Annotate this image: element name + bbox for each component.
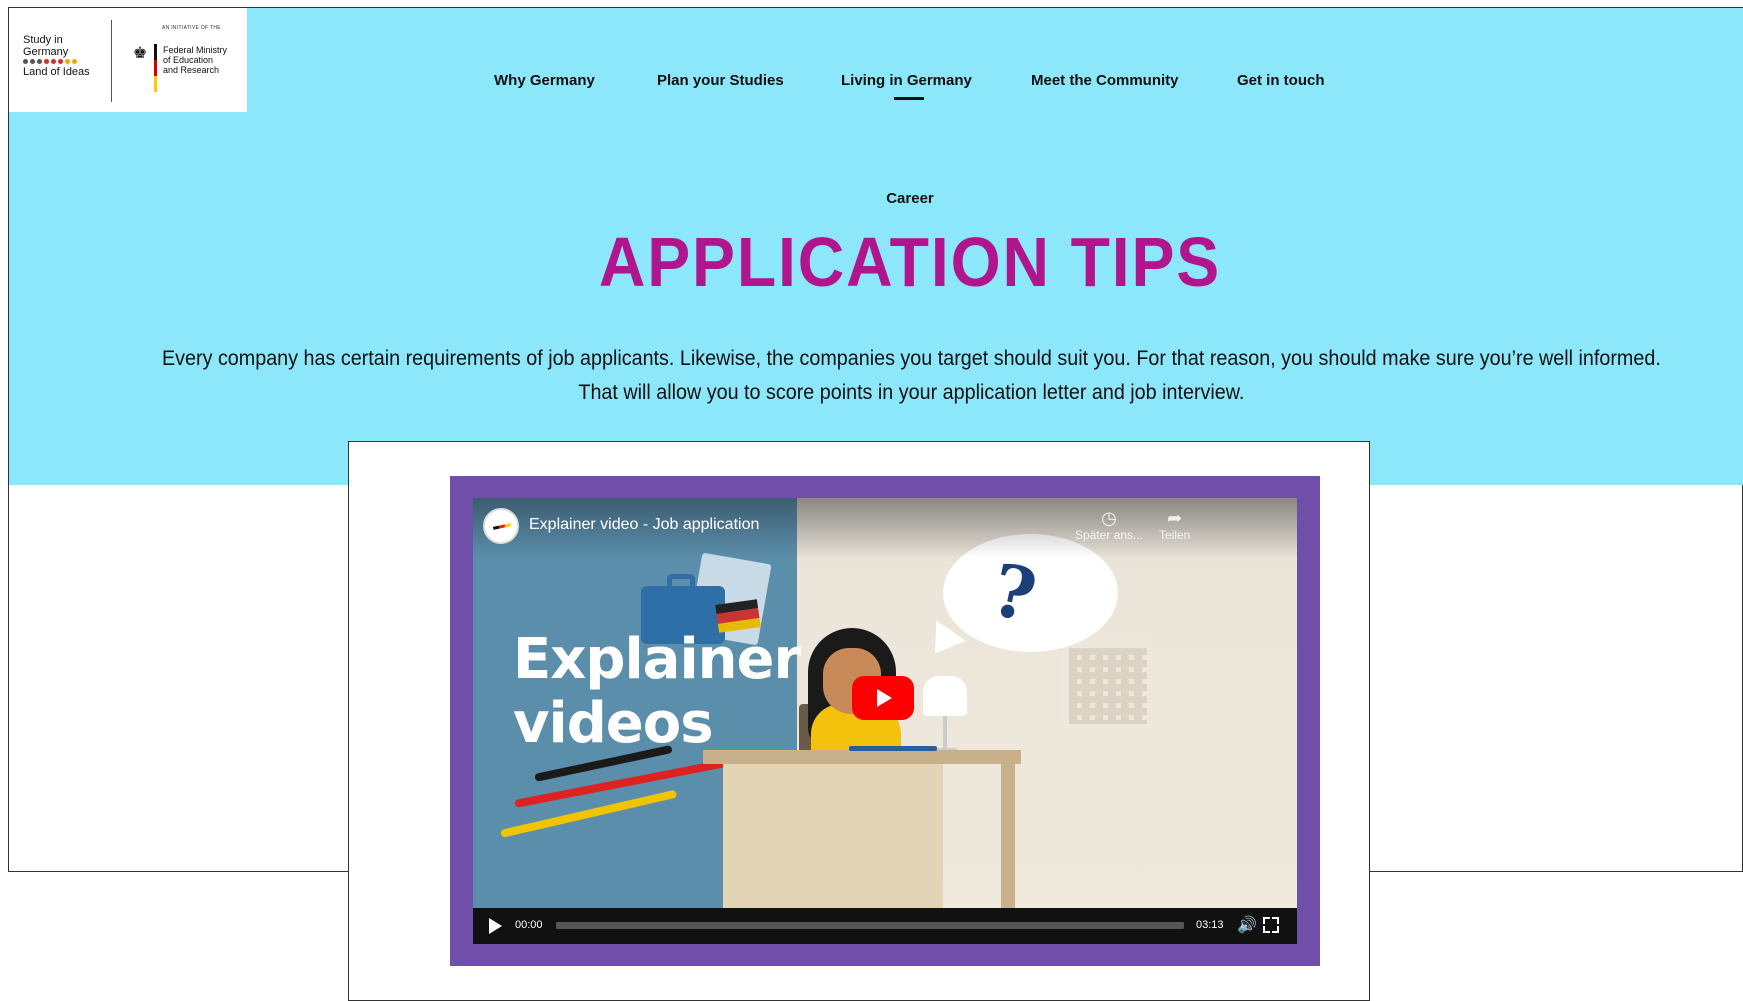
nav-meet-the-community[interactable]: Meet the Community [1031,72,1179,89]
fullscreen-icon[interactable] [1263,917,1279,933]
lamp-icon [923,676,967,716]
nav-plan-your-studies[interactable]: Plan your Studies [657,72,784,89]
logo-dot [44,59,49,64]
clock-icon: ◷ [1101,508,1117,528]
logo-dot [58,59,63,64]
lamp-stand [943,716,947,750]
thumbnail-headline-line-1: Explainer [513,627,801,692]
main-navigation: Why Germany Plan your Studies Living in … [0,72,1743,102]
nav-get-in-touch[interactable]: Get in touch [1237,72,1325,89]
total-duration: 03:13 [1196,919,1224,931]
logo-dots [23,59,113,64]
logo-dot [37,59,42,64]
intro-paragraph: Every company has certain requirements o… [130,342,1693,410]
play-icon[interactable] [489,918,502,934]
youtube-video-player[interactable]: Explainer videos ? Explainer video - Job… [473,498,1297,944]
watch-later-button[interactable]: ◷ Später ans... [1075,508,1143,542]
nav-active-indicator [894,97,924,100]
nav-living-in-germany[interactable]: Living in Germany [841,72,972,89]
channel-avatar[interactable] [483,508,519,544]
progress-bar[interactable] [556,922,1184,929]
ministry-logo-text: Federal Ministry of Education and Resear… [163,45,243,75]
share-arrow-icon: ➦ [1167,508,1183,528]
ministry-line-1: Federal Ministry [163,45,228,55]
intro-line-1: Every company has certain requirements o… [161,347,1661,370]
desk-top [703,750,1021,764]
federal-eagle-icon: ♚ [132,45,148,62]
logo-line-1: Study in [23,34,63,46]
building-windows [1069,648,1147,724]
logo-initiative-text: AN INITIATIVE OF THE [162,25,221,31]
desk-illustration [723,764,943,908]
nav-why-germany[interactable]: Why Germany [494,72,595,89]
logo-dot [30,59,35,64]
video-controls-bar: 00:00 03:13 🔊 [473,908,1297,944]
thumbnail-headline-line-2: videos [513,691,714,756]
logo-dot [72,59,77,64]
share-button[interactable]: ➦ Teilen [1159,508,1190,542]
watch-later-label: Später ans... [1075,528,1144,542]
laptop-illustration [849,746,937,751]
logo-line-2: Germany [23,46,69,58]
logo-dot [23,59,28,64]
page-title: APPLICATION TIPS [598,223,1222,301]
share-label: Teilen [1159,528,1191,542]
volume-icon[interactable]: 🔊 [1237,915,1257,935]
logo-dot [51,59,56,64]
desk-leg [1001,764,1015,908]
thumbnail-headline: Explainer videos [513,627,801,756]
logo-dot [65,59,70,64]
ministry-line-2: of Education [163,55,214,65]
section-eyebrow: Career [886,190,934,207]
youtube-play-button[interactable] [852,676,914,720]
video-title[interactable]: Explainer video - Job application [529,516,759,534]
intro-line-2: That will allow you to score points in y… [578,381,1245,404]
current-time: 00:00 [515,919,543,931]
